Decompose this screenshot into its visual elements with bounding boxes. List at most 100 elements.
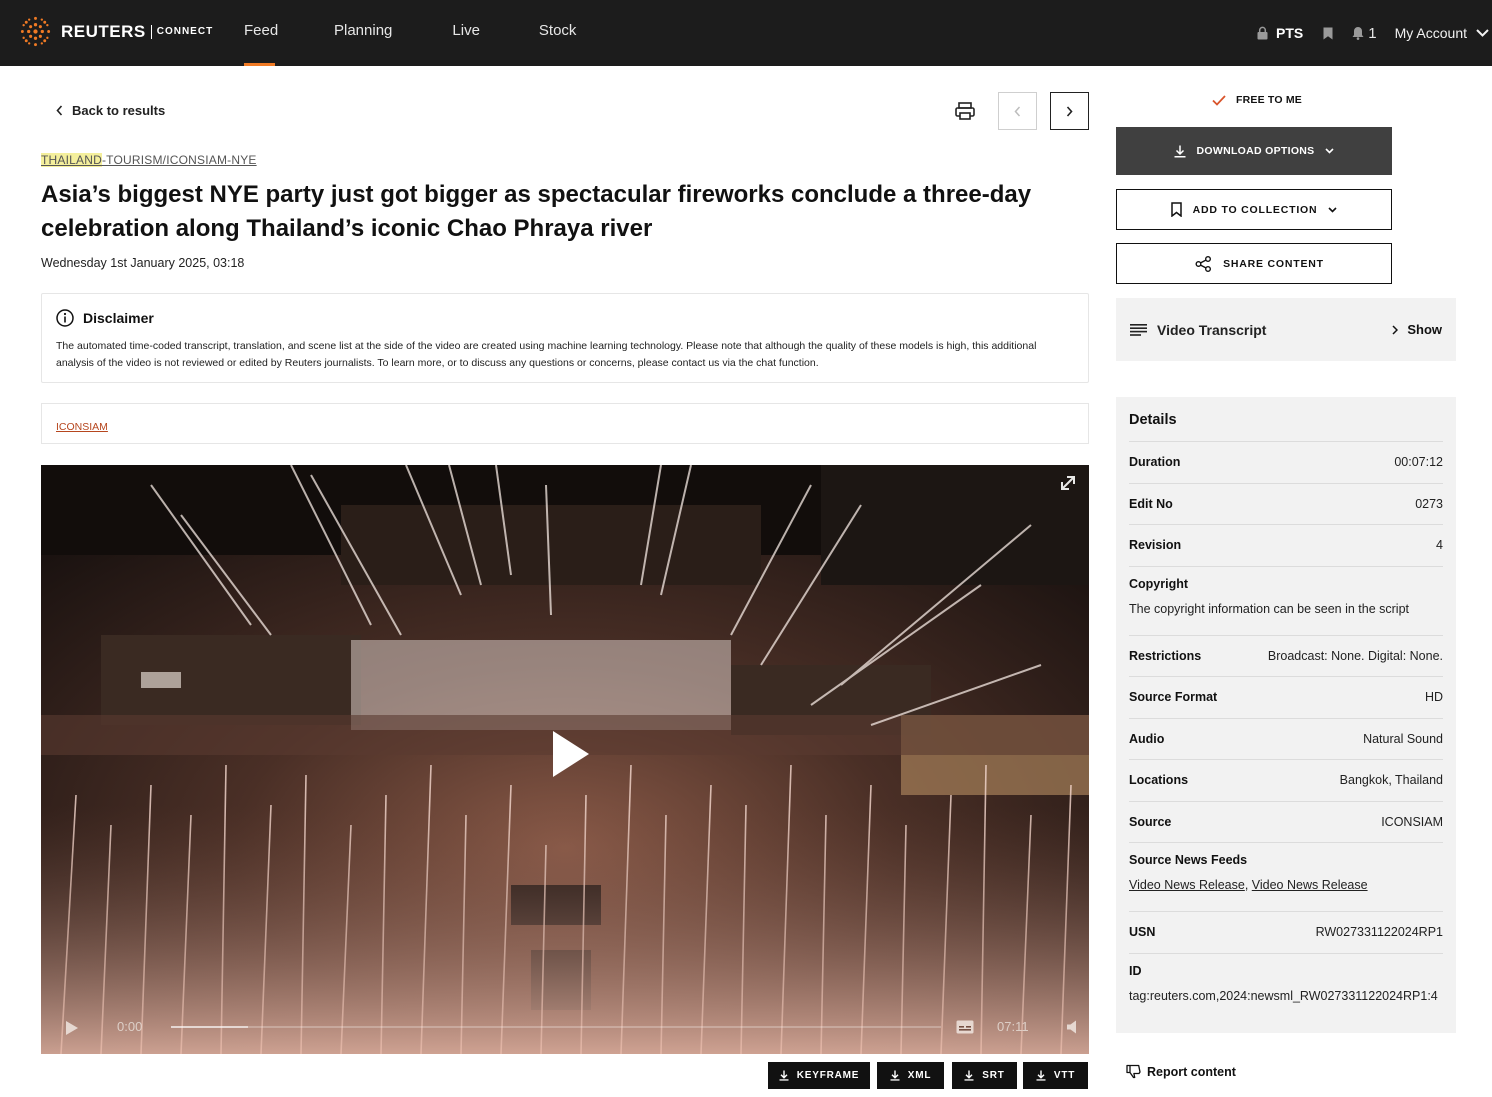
transcript-show-toggle[interactable]: Show <box>1392 322 1442 337</box>
free-to-me-badge: FREE TO ME <box>1212 94 1302 106</box>
detail-row-id: ID tag:reuters.com,2024:newsml_RW0273311… <box>1129 952 1443 1022</box>
report-content-link[interactable]: Report content <box>1126 1064 1236 1079</box>
detail-value: Video News Release, Video News Release <box>1129 878 1368 892</box>
download-xml-button[interactable]: XML <box>877 1062 944 1089</box>
slug-rest: -TOURISM/ICONSIAM-NYE <box>101 153 257 167</box>
download-icon <box>1036 1070 1046 1081</box>
details-panel: Details Duration 00:07:12 Edit No 0273 R… <box>1116 397 1456 1033</box>
detail-key: USN <box>1129 925 1156 940</box>
play-icon[interactable] <box>65 1020 79 1036</box>
progress-track[interactable] <box>171 1026 941 1028</box>
previous-item-button[interactable] <box>998 92 1037 130</box>
detail-row-source-news-feeds: Source News Feeds Video News Release, Vi… <box>1129 842 1443 911</box>
download-icon <box>779 1070 789 1081</box>
main-nav: Feed Planning Live Stock <box>244 0 576 66</box>
detail-key: Revision <box>1129 538 1182 553</box>
detail-row-source: Source ICONSIAM <box>1129 800 1443 843</box>
detail-value: 00:07:12 <box>1394 455 1443 470</box>
disclaimer-panel: Disclaimer The automated time-coded tran… <box>41 293 1089 383</box>
add-to-collection-label: ADD TO COLLECTION <box>1192 203 1318 216</box>
detail-value: 0273 <box>1415 496 1443 511</box>
source-feed-link[interactable]: Video News Release <box>1252 878 1368 892</box>
disclaimer-text: The automated time-coded transcript, tra… <box>56 340 1037 369</box>
nav-item-stock[interactable]: Stock <box>539 0 577 66</box>
download-srt-button[interactable]: SRT <box>952 1062 1017 1089</box>
print-icon[interactable] <box>954 100 976 122</box>
detail-value: 4 <box>1436 538 1443 553</box>
reuters-connect-logo[interactable]: REUTERS CONNECT <box>18 14 213 49</box>
thumbs-down-icon <box>1126 1064 1141 1079</box>
details-heading: Details <box>1129 412 1177 428</box>
tag-link[interactable]: ICONSIAM <box>56 421 108 433</box>
disclaimer-title: Disclaimer <box>83 310 154 326</box>
brand-name: REUTERS <box>61 21 146 41</box>
download-vtt-button[interactable]: VTT <box>1023 1062 1088 1089</box>
detail-key: Locations <box>1129 773 1189 788</box>
pts-label[interactable]: PTS <box>1276 25 1303 41</box>
transcript-label: Video Transcript <box>1157 321 1267 338</box>
share-content-label: SHARE CONTENT <box>1223 257 1324 270</box>
video-controls: 0:00 07:11 <box>41 1012 1089 1042</box>
next-item-button[interactable] <box>1050 92 1089 130</box>
source-feed-link[interactable]: Video News Release <box>1129 878 1245 892</box>
nav-item-live[interactable]: Live <box>452 0 480 66</box>
buffered-bar <box>171 1026 248 1028</box>
tag-list: ICONSIAM <box>41 403 1089 444</box>
volume-icon[interactable] <box>1067 1020 1079 1034</box>
detail-value: Natural Sound <box>1363 731 1443 746</box>
detail-value: Broadcast: None. Digital: None. <box>1267 648 1443 663</box>
detail-value: The copyright information can be seen in… <box>1129 601 1410 616</box>
share-content-button[interactable]: SHARE CONTENT <box>1116 243 1392 284</box>
transcript-lines-icon <box>1130 323 1147 336</box>
detail-key: ID <box>1129 963 1142 978</box>
detail-row-revision: Revision 4 <box>1129 524 1443 566</box>
transcript-show-label: Show <box>1407 322 1442 337</box>
story-slug[interactable]: THAILAND-TOURISM/ICONSIAM-NYE <box>41 153 257 167</box>
checkmark-icon <box>1212 94 1226 106</box>
captions-icon[interactable] <box>956 1020 974 1034</box>
bookmark-icon <box>1170 202 1182 217</box>
detail-row-duration: Duration 00:07:12 <box>1129 441 1443 483</box>
chevron-right-icon <box>1392 324 1399 335</box>
nav-right-tools: PTS 1 My Account <box>1257 0 1492 66</box>
detail-key: Source Format <box>1129 690 1218 705</box>
download-icon <box>1174 145 1186 157</box>
notification-count[interactable]: 1 <box>1368 25 1376 42</box>
play-button-icon[interactable] <box>551 729 591 779</box>
my-account-menu[interactable]: My Account <box>1395 25 1467 41</box>
nav-item-feed[interactable]: Feed <box>244 0 278 66</box>
bell-icon[interactable] <box>1352 26 1364 40</box>
back-to-results-link[interactable]: Back to results <box>56 103 165 118</box>
bookmark-icon[interactable] <box>1323 27 1333 40</box>
detail-key: Edit No <box>1129 496 1173 511</box>
download-options-button[interactable]: DOWNLOAD OPTIONS <box>1116 127 1392 175</box>
download-icon <box>890 1070 900 1081</box>
add-to-collection-button[interactable]: ADD TO COLLECTION <box>1116 189 1392 230</box>
detail-row-audio: Audio Natural Sound <box>1129 717 1443 760</box>
publish-date: Wednesday 1st January 2025, 03:18 <box>41 256 245 270</box>
report-content-label: Report content <box>1147 1064 1236 1079</box>
chevron-right-icon <box>1066 105 1073 117</box>
free-to-me-label: FREE TO ME <box>1236 94 1302 106</box>
chevron-left-icon <box>1014 106 1021 116</box>
detail-row-locations: Locations Bangkok, Thailand <box>1129 759 1443 801</box>
brand-subname: CONNECT <box>156 26 214 37</box>
current-time: 0:00 <box>117 1019 143 1034</box>
video-transcript-panel: Video Transcript Show <box>1116 298 1456 361</box>
chevron-down-icon[interactable] <box>1476 29 1489 37</box>
detail-key: Source <box>1129 814 1172 829</box>
download-label: KEYFRAME <box>796 1070 860 1081</box>
download-icon <box>964 1070 974 1081</box>
detail-row-usn: USN RW027331122024RP1 <box>1129 911 1443 953</box>
download-options-label: DOWNLOAD OPTIONS <box>1196 145 1315 157</box>
share-icon <box>1195 255 1212 272</box>
back-label: Back to results <box>72 103 166 118</box>
brand-divider <box>150 24 152 39</box>
detail-value: HD <box>1424 690 1443 705</box>
detail-row-restrictions: Restrictions Broadcast: None. Digital: N… <box>1129 634 1443 677</box>
download-keyframe-button[interactable]: KEYFRAME <box>768 1062 870 1089</box>
nav-item-planning[interactable]: Planning <box>334 0 392 66</box>
chevron-down-icon <box>1325 148 1335 154</box>
detail-row-source-format: Source Format HD <box>1129 676 1443 718</box>
download-label: XML <box>907 1070 932 1081</box>
